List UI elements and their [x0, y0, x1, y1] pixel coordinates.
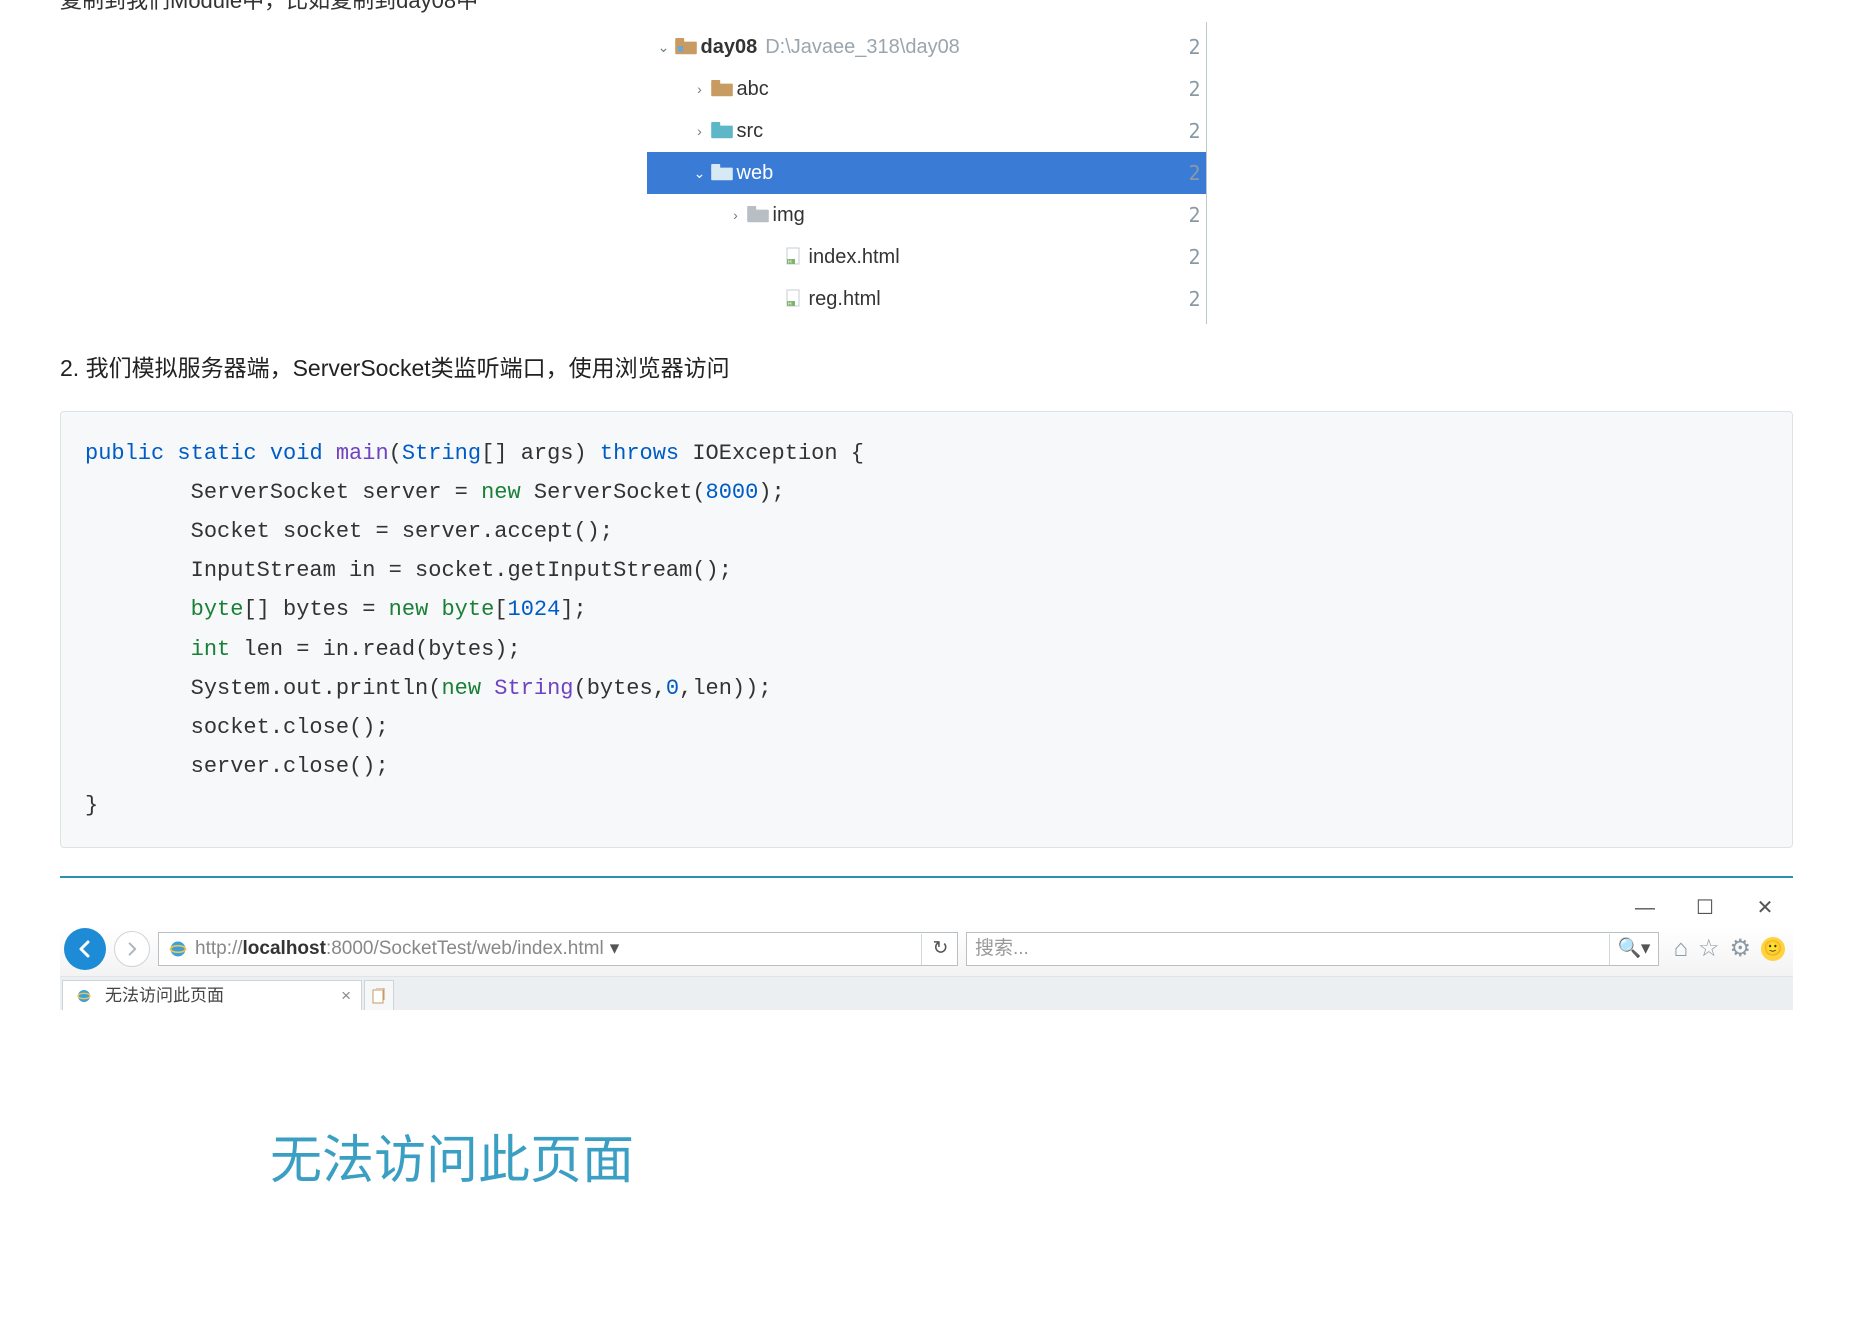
folder-icon	[709, 164, 735, 182]
tab-title: 无法访问此页面	[105, 982, 224, 1009]
url-dropdown-icon[interactable]: ▾	[604, 934, 626, 964]
chevron-down-icon[interactable]: ⌄	[655, 36, 673, 58]
ie-logo-icon	[73, 985, 95, 1007]
gutter-number: 2	[1188, 157, 1200, 189]
svg-text:H: H	[788, 260, 792, 266]
tree-row[interactable]: › img 2	[647, 194, 1207, 236]
url-host: localhost	[243, 934, 326, 964]
tree-row[interactable]: Hindex.html 2	[647, 236, 1207, 278]
tree-item-label: reg.html	[807, 283, 881, 315]
html-file-icon: H	[781, 289, 807, 309]
tree-row[interactable]: Hreg.html 2	[647, 278, 1207, 320]
refresh-button[interactable]: ↻	[921, 934, 949, 964]
address-bar[interactable]: http://localhost:8000/SocketTest/web/ind…	[158, 932, 958, 966]
tree-row[interactable]: › src 2	[647, 110, 1207, 152]
folder-icon	[709, 80, 735, 98]
maximize-button[interactable]: ☐	[1687, 892, 1723, 924]
minimize-button[interactable]: —	[1627, 892, 1663, 924]
tree-row[interactable]: ⌄ web 2	[647, 152, 1207, 194]
tree-item-label: index.html	[807, 241, 900, 273]
new-tab-button[interactable]	[364, 980, 394, 1010]
tree-root[interactable]: ⌄ day08 D:\Javaee_318\day08 2	[647, 26, 1207, 68]
cutoff-heading: 复制到我们Module中，比如复制到day08中	[60, 0, 1793, 14]
tab-close-icon[interactable]: ×	[341, 982, 351, 1009]
ie-logo-icon	[167, 938, 189, 960]
chevron-down-icon[interactable]: ⌄	[691, 162, 709, 184]
gutter-number: 2	[1188, 199, 1200, 231]
chevron-right-icon[interactable]: ›	[691, 120, 709, 142]
chevron-right-icon[interactable]: ›	[691, 78, 709, 100]
browser-toolbar: http://localhost:8000/SocketTest/web/ind…	[60, 926, 1793, 976]
forward-button[interactable]	[114, 931, 150, 967]
gear-icon[interactable]: ⚙	[1729, 930, 1751, 968]
tree-item-label: src	[735, 115, 764, 147]
home-icon[interactable]: ⌂	[1673, 930, 1688, 968]
browser-viewport: 无法访问此页面	[60, 1010, 1793, 1263]
search-box[interactable]: 搜索... 🔍 ▾	[966, 932, 1659, 966]
svg-text:H: H	[788, 302, 792, 308]
step-2-text: 2. 我们模拟服务器端，ServerSocket类监听端口，使用浏览器访问	[60, 350, 1793, 387]
gutter-number: 2	[1188, 241, 1200, 273]
html-file-icon: H	[781, 247, 807, 267]
gutter-number: 2	[1188, 73, 1200, 105]
tree-item-label: img	[771, 199, 805, 231]
tree-row[interactable]: › abc 2	[647, 68, 1207, 110]
tree-item-label: web	[735, 157, 774, 189]
url-rest: :8000/SocketTest/web/index.html	[326, 934, 604, 964]
search-dropdown-icon[interactable]: ▾	[1637, 934, 1651, 964]
chevron-right-icon[interactable]: ›	[727, 204, 745, 226]
folder-icon	[709, 122, 735, 140]
folder-icon	[745, 206, 771, 224]
browser-tab[interactable]: 无法访问此页面 ×	[62, 980, 362, 1010]
window-titlebar: — ☐ ✕	[60, 888, 1793, 926]
tree-root-path: D:\Javaee_318\day08	[757, 31, 960, 63]
feedback-icon[interactable]: 🙂	[1761, 937, 1785, 961]
module-folder-icon	[673, 38, 699, 56]
gutter-number: 2	[1188, 115, 1200, 147]
tree-item-label: abc	[735, 73, 769, 105]
back-button[interactable]	[64, 928, 106, 970]
favorites-icon[interactable]: ☆	[1698, 930, 1720, 968]
project-tree-screenshot: ⌄ day08 D:\Javaee_318\day08 2 › abc 2 › src 2…	[60, 26, 1793, 320]
browser-screenshot: — ☐ ✕ http://localhost:8000/SocketTest/w…	[60, 876, 1793, 1263]
browser-tabstrip: 无法访问此页面 ×	[60, 976, 1793, 1010]
error-page-title: 无法访问此页面	[270, 1120, 1793, 1203]
tree-root-label: day08	[699, 31, 758, 63]
url-prefix: http://	[195, 934, 243, 964]
code-block: public static void main(String[] args) t…	[60, 411, 1793, 849]
close-button[interactable]: ✕	[1747, 892, 1783, 924]
gutter-number: 2	[1188, 31, 1200, 63]
search-icon[interactable]: 🔍	[1609, 934, 1637, 964]
search-placeholder: 搜索...	[975, 934, 1029, 964]
gutter-number: 2	[1188, 283, 1200, 315]
